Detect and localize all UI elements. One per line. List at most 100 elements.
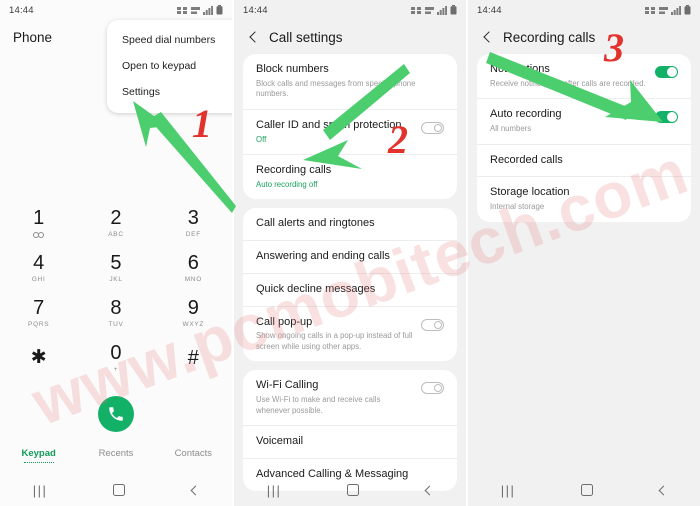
setting-row-notifications[interactable]: Notifications Receive notifications afte…: [477, 54, 691, 98]
recents-icon[interactable]: |||: [501, 484, 516, 497]
status-bar: 14:44: [234, 0, 466, 20]
setting-row-wifi-calling[interactable]: Wi-Fi Calling Use Wi-Fi to make and rece…: [243, 370, 457, 425]
key-0[interactable]: 0 +: [77, 335, 154, 380]
dial-keypad[interactable]: 1 2 ABC 3 DEF 4 GHI 5 JKL 6 MNO 7 PQRS 8…: [0, 200, 232, 380]
setting-row-answering-ending[interactable]: Answering and ending calls: [243, 240, 457, 273]
status-clock: 14:44: [9, 4, 34, 16]
key-4[interactable]: 4 GHI: [0, 245, 77, 290]
call-button[interactable]: [98, 396, 134, 432]
key-star[interactable]: ✱: [0, 335, 77, 380]
voicemail-icon: [33, 232, 45, 238]
overflow-menu[interactable]: Speed dial numbers Open to keypad Settin…: [107, 20, 232, 113]
setting-row-call-popup[interactable]: Call pop-up Show ongoing calls in a pop-…: [243, 305, 457, 362]
call-icon: [109, 407, 123, 421]
bottom-tabs[interactable]: Keypad Recents Contacts: [0, 448, 232, 459]
recents-icon[interactable]: |||: [33, 484, 48, 497]
key-digit: 8: [110, 296, 122, 319]
setting-row-recorded-calls[interactable]: Recorded calls: [477, 143, 691, 177]
row-subtitle: Use Wi-Fi to make and receive calls when…: [256, 395, 381, 415]
key-letters: PQRS: [28, 320, 50, 328]
toggle-auto-recording[interactable]: [655, 111, 678, 124]
row-title: Wi-Fi Calling: [256, 379, 319, 392]
app-bar: Call settings: [234, 20, 466, 54]
status-clock: 14:44: [477, 4, 502, 16]
tab-contacts[interactable]: Contacts: [155, 448, 232, 459]
settings-group-1: Block numbers Block calls and messages f…: [243, 54, 457, 200]
back-icon[interactable]: [190, 486, 199, 495]
battery-icon: [684, 5, 691, 15]
page-title: Call settings: [269, 29, 343, 45]
row-subtitle: All numbers: [490, 124, 532, 134]
recents-icon[interactable]: |||: [267, 484, 282, 497]
key-letters: MNO: [184, 275, 202, 283]
back-arrow-icon[interactable]: [247, 31, 260, 44]
key-5[interactable]: 5 JKL: [77, 245, 154, 290]
setting-row-auto-recording[interactable]: Auto recording All numbers: [477, 98, 691, 143]
app-bar: Recording calls: [468, 20, 700, 54]
key-3[interactable]: 3 DEF: [155, 200, 232, 245]
key-hash[interactable]: #: [155, 335, 232, 380]
menu-item-settings[interactable]: Settings: [107, 79, 232, 105]
setting-row-voicemail[interactable]: Voicemail: [243, 425, 457, 458]
row-subtitle: Receive notifications after calls are re…: [490, 78, 646, 88]
status-icons: [411, 5, 457, 15]
signal-icon: [645, 6, 655, 14]
tab-keypad[interactable]: Keypad: [0, 448, 77, 459]
menu-item-speed-dial[interactable]: Speed dial numbers: [107, 27, 232, 53]
bars-icon: [671, 5, 681, 15]
row-title: Storage location: [490, 186, 570, 199]
key-letters: +: [113, 365, 119, 373]
toggle-wifi-calling[interactable]: [421, 382, 444, 395]
tab-recents[interactable]: Recents: [77, 448, 154, 459]
key-9[interactable]: 9 WXYZ: [155, 290, 232, 335]
system-navbar[interactable]: |||: [468, 474, 700, 506]
back-icon[interactable]: [424, 486, 433, 495]
row-subtitle: Off: [256, 134, 267, 144]
phone-app-panel: 14:44 Phone Speed dial numbers Open to k…: [0, 0, 232, 506]
setting-row-recording-calls[interactable]: Recording calls Auto recording off: [243, 154, 457, 199]
key-digit: 1: [33, 207, 45, 229]
home-icon[interactable]: [112, 484, 125, 496]
back-arrow-icon[interactable]: [481, 31, 494, 44]
keypad-row: 1 2 ABC 3 DEF: [0, 200, 232, 245]
key-2[interactable]: 2 ABC: [77, 200, 154, 245]
key-digit: ✱: [30, 347, 47, 368]
back-icon[interactable]: [658, 486, 667, 495]
battery-icon: [450, 5, 457, 15]
key-letters: GHI: [31, 275, 46, 283]
lte-icon: [659, 6, 668, 14]
row-title: Caller ID and spam protection: [256, 118, 402, 131]
setting-row-storage-location[interactable]: Storage location Internal storage: [477, 176, 691, 221]
menu-item-open-to-keypad[interactable]: Open to keypad: [107, 53, 232, 79]
signal-icon: [411, 6, 421, 14]
home-icon[interactable]: [580, 484, 593, 496]
setting-row-quick-decline[interactable]: Quick decline messages: [243, 272, 457, 306]
key-6[interactable]: 6 MNO: [155, 245, 232, 290]
lte-icon: [191, 6, 200, 14]
page-title: Recording calls: [503, 29, 596, 45]
status-clock: 14:44: [243, 4, 268, 16]
key-1[interactable]: 1: [0, 200, 77, 245]
setting-row-block-numbers[interactable]: Block numbers Block calls and messages f…: [243, 54, 457, 109]
toggle-caller-id-spam[interactable]: [421, 121, 444, 134]
status-icons: [177, 5, 223, 15]
home-icon[interactable]: [346, 484, 359, 496]
status-icons: [645, 5, 691, 15]
row-title: Notifications: [490, 63, 550, 75]
system-navbar[interactable]: |||: [234, 474, 466, 506]
key-digit: 0: [110, 341, 122, 364]
toggle-notifications[interactable]: [655, 66, 678, 78]
key-letters: DEF: [185, 230, 201, 238]
setting-row-caller-id-spam[interactable]: Caller ID and spam protection Off: [243, 108, 457, 154]
key-8[interactable]: 8 TUV: [77, 290, 154, 335]
row-title: Call alerts and ringtones: [256, 217, 375, 230]
settings-group-2: Call alerts and ringtones Answering and …: [243, 208, 457, 362]
key-7[interactable]: 7 PQRS: [0, 290, 77, 335]
keypad-row: ✱ 0 + #: [0, 335, 232, 380]
toggle-call-popup[interactable]: [421, 318, 444, 331]
setting-row-call-alerts[interactable]: Call alerts and ringtones: [243, 208, 457, 240]
key-digit: 9: [187, 296, 199, 319]
row-title: Voicemail: [256, 435, 304, 448]
system-navbar[interactable]: |||: [0, 474, 232, 506]
key-digit: 3: [187, 206, 199, 229]
